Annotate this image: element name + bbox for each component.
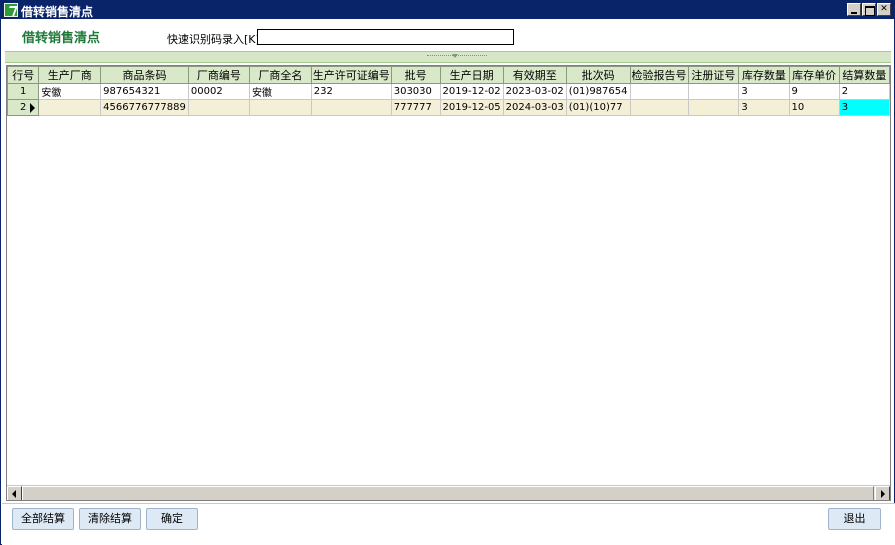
splitter-arrow-icon (452, 54, 458, 58)
column-header[interactable]: 检验报告号 (629, 66, 689, 84)
column-header[interactable]: 批次码 (565, 66, 631, 84)
row-number-label: 2 (20, 102, 27, 113)
grid-cell[interactable]: 9 (788, 83, 840, 100)
grid-cell[interactable]: (01)(10)77 (565, 99, 631, 116)
maximize-button[interactable] (862, 3, 876, 16)
table-row[interactable]: 1 安徽 987654321 00002 安徽 232 303030 2019-12-02 20… (7, 83, 890, 100)
column-header[interactable]: 生产日期 (439, 66, 504, 84)
grid-cell[interactable]: 2019-12-02 (439, 83, 504, 100)
horizontal-scrollbar[interactable] (7, 485, 890, 500)
grid-header-row: 行号 生产厂商 商品条码 厂商编号 厂商全名 生产许可证编号 批号 生产日期 有效期至 批次码 检验… (7, 66, 890, 84)
grid-cell[interactable]: (01)987654 (565, 83, 631, 100)
scroll-thumb[interactable] (22, 486, 874, 500)
grid-cell[interactable] (248, 99, 312, 116)
grid-cell[interactable]: 2023-03-02 (502, 83, 567, 100)
window-title: 借转销售清点 (21, 5, 94, 19)
grid-cell[interactable]: 2 (838, 83, 890, 100)
clear-settle-button[interactable]: 清除结算 (79, 508, 141, 530)
table-row[interactable]: 2 4566776777889 777777 2019-12-05 2024-03-03… (7, 99, 890, 116)
grid-cell[interactable]: 987654321 (100, 83, 189, 100)
grid-cell[interactable]: 4566776777889 (100, 99, 189, 116)
grid-cell[interactable]: 10 (788, 99, 840, 116)
grid-cell[interactable] (187, 99, 250, 116)
column-header[interactable]: 批号 (390, 66, 441, 84)
column-header[interactable]: 库存单价 (788, 66, 840, 84)
data-grid[interactable]: 行号 生产厂商 商品条码 厂商编号 厂商全名 生产许可证编号 批号 生产日期 有效期至 批次码 检验… (6, 65, 891, 501)
row-number-header[interactable]: 行号 (7, 66, 40, 84)
column-header[interactable]: 库存数量 (738, 66, 790, 84)
grid-cell[interactable]: 777777 (390, 99, 441, 116)
grid-body: 1 安徽 987654321 00002 安徽 232 303030 2019-12-02 20… (7, 83, 890, 116)
row-number-label: 1 (20, 86, 27, 97)
grid-cell[interactable] (629, 83, 689, 100)
scroll-right-icon[interactable] (875, 486, 890, 500)
row-number-cell[interactable]: 2 (7, 99, 40, 116)
settle-all-button[interactable]: 全部结算 (12, 508, 74, 530)
grid-cell[interactable] (687, 83, 740, 100)
grid-cell[interactable]: 00002 (187, 83, 250, 100)
app-window: 借转销售清点 ✕ 借转销售清点 快速识别码录入[K] 行号 生产厂商 商品条码 厂商编… (0, 0, 895, 545)
grid-cell[interactable]: 安徽 (38, 83, 102, 100)
exit-button[interactable]: 退出 (828, 508, 881, 530)
column-header[interactable]: 注册证号 (687, 66, 740, 84)
column-header[interactable]: 结算数量 (838, 66, 890, 84)
grid-cell[interactable] (629, 99, 689, 116)
grid-cell[interactable]: 3 (838, 99, 890, 116)
grid-cell[interactable] (310, 99, 392, 116)
app-icon (4, 3, 18, 17)
grid-cell[interactable]: 2024-03-03 (502, 99, 567, 116)
column-header[interactable]: 生产厂商 (38, 66, 102, 84)
scan-code-input[interactable] (257, 29, 514, 45)
panel-splitter[interactable] (5, 51, 891, 63)
scan-code-label: 快速识别码录入[K] (167, 33, 260, 46)
row-number-cell[interactable]: 1 (7, 83, 40, 100)
grid-cell[interactable]: 232 (310, 83, 392, 100)
minimize-button[interactable] (847, 3, 861, 16)
column-header[interactable]: 厂商全名 (248, 66, 312, 84)
close-button[interactable]: ✕ (877, 3, 891, 16)
grid-cell[interactable]: 3 (738, 99, 790, 116)
grid-cell[interactable]: 303030 (390, 83, 441, 100)
column-header[interactable]: 生产许可证编号 (310, 66, 392, 84)
scroll-left-icon[interactable] (7, 486, 22, 500)
grid-cell[interactable] (38, 99, 102, 116)
confirm-button[interactable]: 确定 (146, 508, 198, 530)
column-header[interactable]: 商品条码 (100, 66, 189, 84)
page-title: 借转销售清点 (22, 31, 101, 46)
column-header[interactable]: 有效期至 (502, 66, 567, 84)
grid-cell[interactable]: 安徽 (248, 83, 312, 100)
grid-cell[interactable]: 3 (738, 83, 790, 100)
current-row-pointer-icon (30, 103, 36, 113)
title-bar: 借转销售清点 ✕ (1, 1, 894, 19)
grid-table: 行号 生产厂商 商品条码 厂商编号 厂商全名 生产许可证编号 批号 生产日期 有效期至 批次码 检验… (7, 66, 890, 116)
grid-cell[interactable] (687, 99, 740, 116)
column-header[interactable]: 厂商编号 (187, 66, 250, 84)
grid-cell[interactable]: 2019-12-05 (439, 99, 504, 116)
